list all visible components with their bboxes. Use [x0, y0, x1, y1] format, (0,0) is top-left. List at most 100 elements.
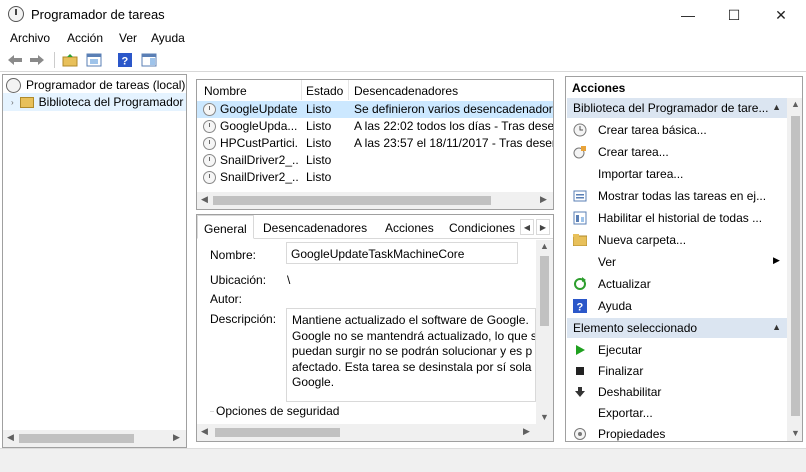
- task-name: GoogleUpdate...: [220, 102, 298, 116]
- tab-conditions[interactable]: Condiciones: [443, 215, 521, 239]
- description-label: Descripción:: [210, 312, 277, 326]
- task-name: GoogleUpda...: [220, 119, 298, 133]
- action-label: Crear tarea básica...: [598, 123, 707, 137]
- action-label: Finalizar: [598, 364, 644, 378]
- section-library[interactable]: Biblioteca del Programador de tare... ▲: [567, 98, 787, 118]
- action-end[interactable]: Finalizar: [566, 361, 786, 381]
- action-show-running-tasks[interactable]: Mostrar todas las tareas en ej...: [566, 186, 786, 206]
- maximize-button[interactable]: ☐: [711, 0, 757, 30]
- task-detail-pane: General Desencadenadores Acciones Condic…: [196, 214, 554, 442]
- minimize-button[interactable]: —: [665, 0, 711, 30]
- action-label: Propiedades: [598, 427, 666, 441]
- action-view[interactable]: Ver ▶: [566, 252, 786, 272]
- detail-vertical-scrollbar[interactable]: ▲ ▼: [536, 240, 553, 424]
- section-selected-item[interactable]: Elemento seleccionado ▲: [567, 318, 787, 338]
- forward-arrow-icon[interactable]: [28, 51, 46, 69]
- tab-general[interactable]: General: [197, 215, 254, 239]
- scroll-left-icon[interactable]: ◀: [201, 194, 208, 205]
- column-header-status[interactable]: Estado: [306, 84, 343, 98]
- action-properties[interactable]: Propiedades: [566, 424, 786, 441]
- submenu-arrow-icon: ▶: [773, 255, 780, 265]
- chevron-right-icon[interactable]: ›: [11, 98, 14, 107]
- scrollbar-thumb[interactable]: [19, 434, 134, 443]
- tab-scroll-left-icon[interactable]: ◀: [520, 219, 534, 235]
- task-name: HPCustPartici...: [220, 136, 298, 150]
- scrollbar-thumb[interactable]: [213, 196, 491, 205]
- task-row[interactable]: GoogleUpdate... Listo Se definieron vari…: [197, 101, 553, 118]
- column-divider[interactable]: [348, 80, 349, 100]
- task-list-horizontal-scrollbar[interactable]: ◀ ▶: [197, 192, 553, 209]
- scroll-right-icon[interactable]: ▶: [540, 194, 547, 205]
- menu-ver[interactable]: Ver: [119, 31, 137, 45]
- task-clock-icon: [203, 120, 216, 133]
- task-row[interactable]: SnailDriver2_... Listo: [197, 152, 553, 169]
- task-trigger: A las 23:57 el 18/11/2017 - Tras desenc: [354, 136, 553, 150]
- history-icon: [573, 211, 587, 225]
- action-label: Ayuda: [598, 299, 632, 313]
- tab-scroll-right-icon[interactable]: ▶: [536, 219, 550, 235]
- refresh-icon: [573, 277, 587, 291]
- tree-horizontal-scrollbar[interactable]: ◀ ▶: [3, 430, 186, 447]
- action-create-task[interactable]: Crear tarea...: [566, 142, 786, 162]
- collapse-icon[interactable]: ▲: [772, 102, 781, 112]
- description-field[interactable]: Mantiene actualizado el software de Goog…: [286, 308, 536, 402]
- menu-archivo[interactable]: Archivo: [10, 31, 50, 45]
- tree-item-library[interactable]: › Biblioteca del Programador: [3, 93, 186, 111]
- menu-ayuda[interactable]: Ayuda: [151, 31, 185, 45]
- scroll-down-icon[interactable]: ▼: [540, 412, 549, 422]
- scroll-left-icon[interactable]: ◀: [7, 432, 14, 443]
- task-row[interactable]: HPCustPartici... Listo A las 23:57 el 18…: [197, 135, 553, 152]
- scroll-right-icon[interactable]: ▶: [173, 432, 180, 443]
- collapse-icon[interactable]: ▲: [772, 322, 781, 332]
- task-row[interactable]: SnailDriver2_... Listo: [197, 169, 553, 186]
- menu-accion[interactable]: Acción: [67, 31, 103, 45]
- action-label: Exportar...: [598, 406, 653, 420]
- scroll-up-icon[interactable]: ▲: [791, 99, 800, 109]
- window-title: Programador de tareas: [31, 7, 165, 22]
- svg-text:?: ?: [122, 56, 129, 68]
- actions-vertical-scrollbar[interactable]: ▲ ▼: [787, 98, 802, 441]
- action-help[interactable]: ? Ayuda: [566, 296, 786, 316]
- tree-pane: Programador de tareas (local) › Bibliote…: [2, 74, 187, 448]
- scrollbar-thumb[interactable]: [791, 116, 800, 416]
- tab-actions[interactable]: Acciones: [379, 215, 440, 239]
- panel-icon[interactable]: [140, 51, 158, 69]
- folder-up-icon[interactable]: [61, 51, 79, 69]
- column-header-name[interactable]: Nombre: [204, 84, 247, 98]
- action-import-task[interactable]: Importar tarea...: [566, 164, 786, 184]
- task-row[interactable]: GoogleUpda... Listo A las 22:02 todos lo…: [197, 118, 553, 135]
- task-name: SnailDriver2_...: [220, 170, 298, 184]
- task-name-field[interactable]: GoogleUpdateTaskMachineCore: [286, 242, 518, 264]
- tree-item-label: Biblioteca del Programador: [38, 95, 184, 109]
- scroll-right-icon[interactable]: ▶: [523, 426, 530, 437]
- stop-icon: [573, 364, 587, 378]
- action-create-basic-task[interactable]: Crear tarea básica...: [566, 120, 786, 140]
- action-disable[interactable]: Deshabilitar: [566, 382, 786, 402]
- back-arrow-icon[interactable]: [6, 51, 24, 69]
- location-label: Ubicación:: [210, 273, 267, 287]
- task-name: SnailDriver2_...: [220, 153, 298, 167]
- task-clock-icon: [203, 154, 216, 167]
- view-icon[interactable]: [85, 51, 103, 69]
- tree-root[interactable]: Programador de tareas (local): [6, 76, 185, 94]
- action-enable-history[interactable]: Habilitar el historial de todas ...: [566, 208, 786, 228]
- action-refresh[interactable]: Actualizar: [566, 274, 786, 294]
- scroll-down-icon[interactable]: ▼: [791, 428, 800, 438]
- close-button[interactable]: ✕: [758, 0, 804, 30]
- detail-horizontal-scrollbar[interactable]: ◀ ▶: [197, 424, 553, 441]
- column-header-triggers[interactable]: Desencadenadores: [354, 84, 458, 98]
- action-export[interactable]: Exportar...: [566, 403, 786, 423]
- action-new-folder[interactable]: Nueva carpeta...: [566, 230, 786, 250]
- scrollbar-thumb[interactable]: [540, 256, 549, 326]
- task-status: Listo: [306, 153, 332, 167]
- column-divider[interactable]: [301, 80, 302, 100]
- title-bar: Programador de tareas — ☐ ✕: [0, 0, 806, 30]
- create-task-icon: [573, 145, 587, 159]
- scroll-up-icon[interactable]: ▲: [540, 241, 549, 251]
- help-icon[interactable]: ?: [116, 51, 134, 69]
- tab-triggers[interactable]: Desencadenadores: [257, 215, 373, 239]
- action-run[interactable]: Ejecutar: [566, 340, 786, 360]
- scroll-left-icon[interactable]: ◀: [201, 426, 208, 437]
- scrollbar-thumb[interactable]: [215, 428, 340, 437]
- task-status: Listo: [306, 136, 332, 150]
